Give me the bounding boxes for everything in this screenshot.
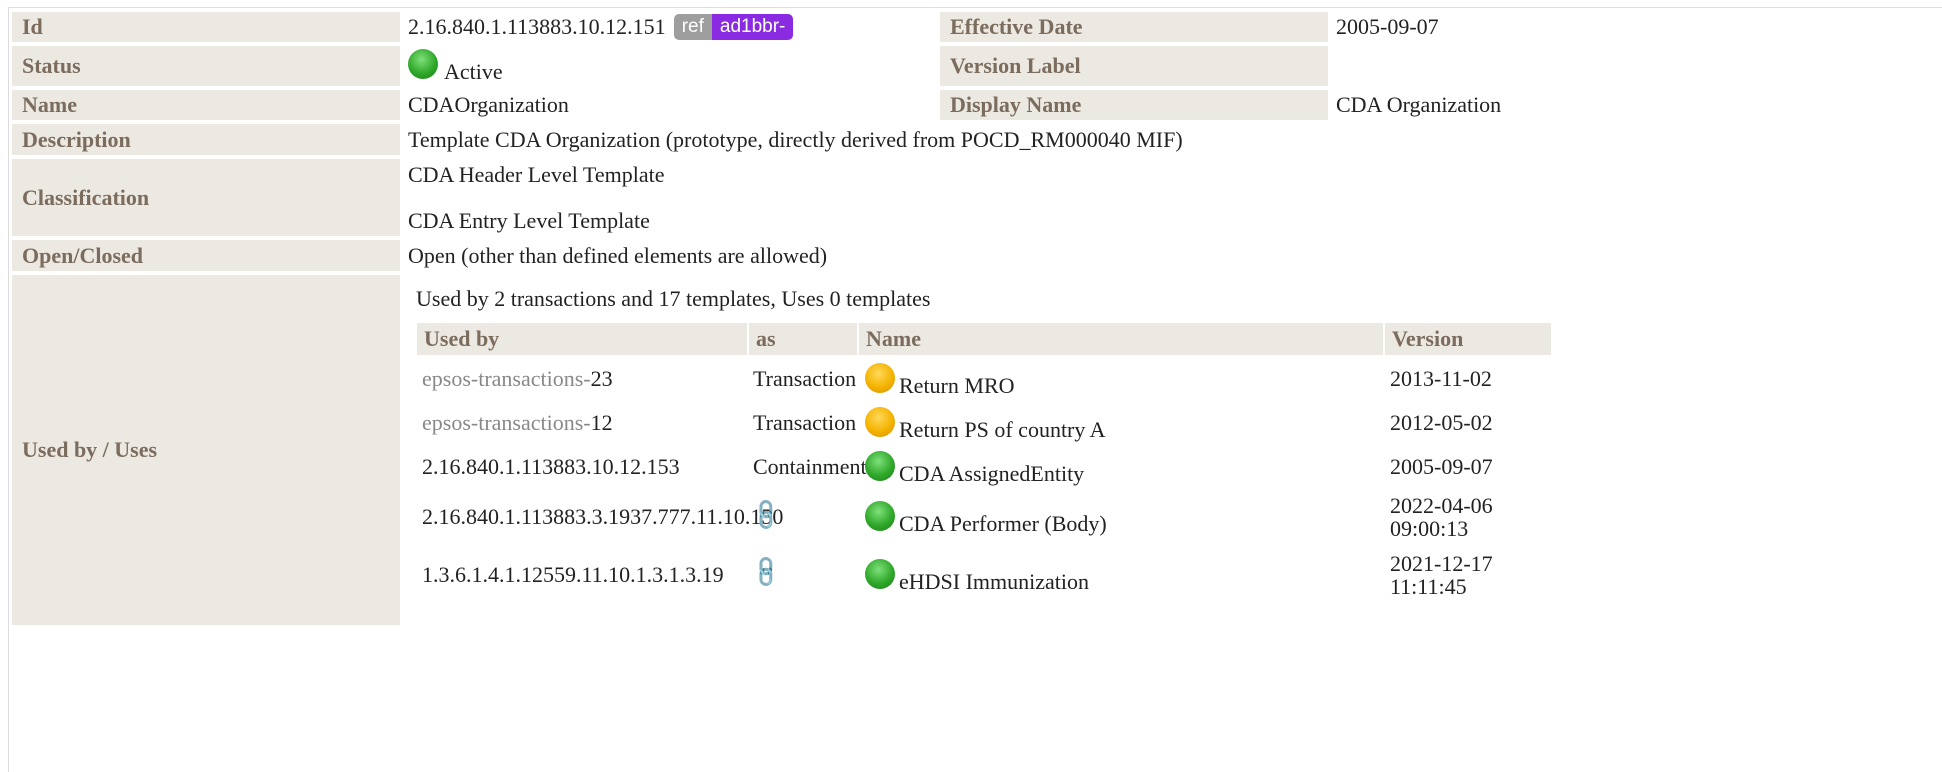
usage-version: 2022-04-06 09:00:13 bbox=[1390, 494, 1493, 540]
usage-name[interactable]: eHDSI Immunization bbox=[865, 559, 1089, 596]
used-by-label: Used by / Uses bbox=[12, 275, 400, 625]
id-label: Id bbox=[12, 12, 400, 42]
prefix-badge[interactable]: ad1bbr- bbox=[711, 14, 794, 40]
col-header-used-by[interactable]: Used by bbox=[417, 323, 747, 355]
status-draft-icon bbox=[865, 407, 895, 437]
classification-label: Classification bbox=[12, 159, 400, 236]
version-label-label: Version Label bbox=[940, 46, 1328, 86]
usage-version-date: 2022-04-06 bbox=[1390, 493, 1493, 518]
status-label: Status bbox=[12, 46, 400, 86]
link-icon[interactable]: 🔗 bbox=[748, 553, 785, 590]
used-by-id[interactable]: 12 bbox=[591, 410, 613, 436]
col-header-as[interactable]: as bbox=[749, 323, 857, 355]
status-active-icon bbox=[865, 559, 895, 589]
name-label: Name bbox=[12, 90, 400, 120]
open-closed-value: Open (other than defined elements are al… bbox=[408, 242, 828, 268]
table-row[interactable]: 2.16.840.1.113883.10.12.153 bbox=[422, 452, 680, 482]
link-icon[interactable]: 🔗 bbox=[748, 496, 785, 533]
usage-version: 2012-05-02 bbox=[1390, 410, 1493, 435]
name-value: CDAOrganization bbox=[408, 92, 569, 117]
usage-name-text[interactable]: Return MRO bbox=[899, 373, 1015, 399]
classification-value-header: CDA Header Level Template bbox=[408, 162, 665, 187]
usage-name-text[interactable]: CDA Performer (Body) bbox=[899, 511, 1107, 537]
usage-summary: Used by 2 transactions and 17 templates,… bbox=[416, 286, 931, 311]
description-value: Template CDA Organization (prototype, di… bbox=[408, 126, 1183, 152]
used-by-id[interactable]: 1.3.6.1.4.1.12559.11.10.1.3.1.3.19 bbox=[422, 562, 724, 588]
used-by-id[interactable]: 2.16.840.1.113883.10.12.153 bbox=[422, 454, 680, 480]
usage-as: Transaction bbox=[753, 410, 857, 435]
usage-version: 2021-12-17 11:11:45 bbox=[1390, 552, 1493, 598]
usage-name[interactable]: CDA AssignedEntity bbox=[865, 451, 1084, 488]
used-by-prefix[interactable]: epsos-transactions- bbox=[422, 366, 591, 392]
table-row[interactable]: 1.3.6.1.4.1.12559.11.10.1.3.1.3.19 bbox=[422, 560, 724, 590]
template-id: 2.16.840.1.113883.10.12.151 bbox=[408, 14, 666, 39]
effective-date-label: Effective Date bbox=[940, 12, 1328, 42]
usage-name[interactable]: Return MRO bbox=[865, 363, 1015, 400]
effective-date-value: 2005-09-07 bbox=[1336, 14, 1439, 39]
usage-as: 🔗 bbox=[748, 496, 785, 533]
used-by-id[interactable]: 2.16.840.1.113883.3.1937.777.11.10.150 bbox=[422, 504, 783, 530]
usage-name[interactable]: Return PS of country A bbox=[865, 407, 1106, 444]
status-active-icon bbox=[865, 501, 895, 531]
used-by-prefix[interactable]: epsos-transactions- bbox=[422, 410, 591, 436]
usage-name[interactable]: CDA Performer (Body) bbox=[865, 501, 1107, 538]
ref-badge: ref bbox=[673, 14, 712, 40]
table-row[interactable]: epsos-transactions- 12 bbox=[422, 408, 613, 438]
usage-name-text[interactable]: eHDSI Immunization bbox=[899, 569, 1089, 595]
usage-version: 2005-09-07 bbox=[1390, 454, 1493, 479]
usage-name-text[interactable]: Return PS of country A bbox=[899, 417, 1106, 443]
id-value: 2.16.840.1.113883.10.12.151 ref ad1bbr- bbox=[408, 12, 794, 42]
usage-as: Transaction bbox=[753, 366, 857, 391]
open-closed-label: Open/Closed bbox=[12, 240, 400, 271]
classification-value-entry: CDA Entry Level Template bbox=[408, 208, 650, 233]
usage-version-date: 2021-12-17 bbox=[1390, 551, 1493, 576]
table-row[interactable]: 2.16.840.1.113883.3.1937.777.11.10.150 bbox=[422, 502, 783, 532]
status-text: Active bbox=[444, 59, 503, 84]
description-label: Description bbox=[12, 124, 400, 155]
status-value: Active bbox=[408, 48, 503, 88]
status-active-icon bbox=[865, 451, 895, 481]
display-name-value: CDA Organization bbox=[1336, 92, 1502, 117]
table-row[interactable]: epsos-transactions- 23 bbox=[422, 364, 613, 394]
display-name-label: Display Name bbox=[940, 90, 1328, 120]
usage-as: 🔗 bbox=[748, 553, 785, 590]
used-by-id[interactable]: 23 bbox=[591, 366, 613, 392]
col-header-version[interactable]: Version bbox=[1385, 323, 1551, 355]
usage-as: Containment bbox=[753, 454, 867, 479]
usage-version-time: 09:00:13 bbox=[1390, 516, 1469, 541]
status-draft-icon bbox=[865, 363, 895, 393]
status-active-icon bbox=[408, 49, 438, 79]
usage-version-time: 11:11:45 bbox=[1390, 574, 1467, 599]
usage-version: 2013-11-02 bbox=[1390, 366, 1492, 391]
usage-name-text[interactable]: CDA AssignedEntity bbox=[899, 461, 1084, 487]
col-header-name[interactable]: Name bbox=[859, 323, 1383, 355]
